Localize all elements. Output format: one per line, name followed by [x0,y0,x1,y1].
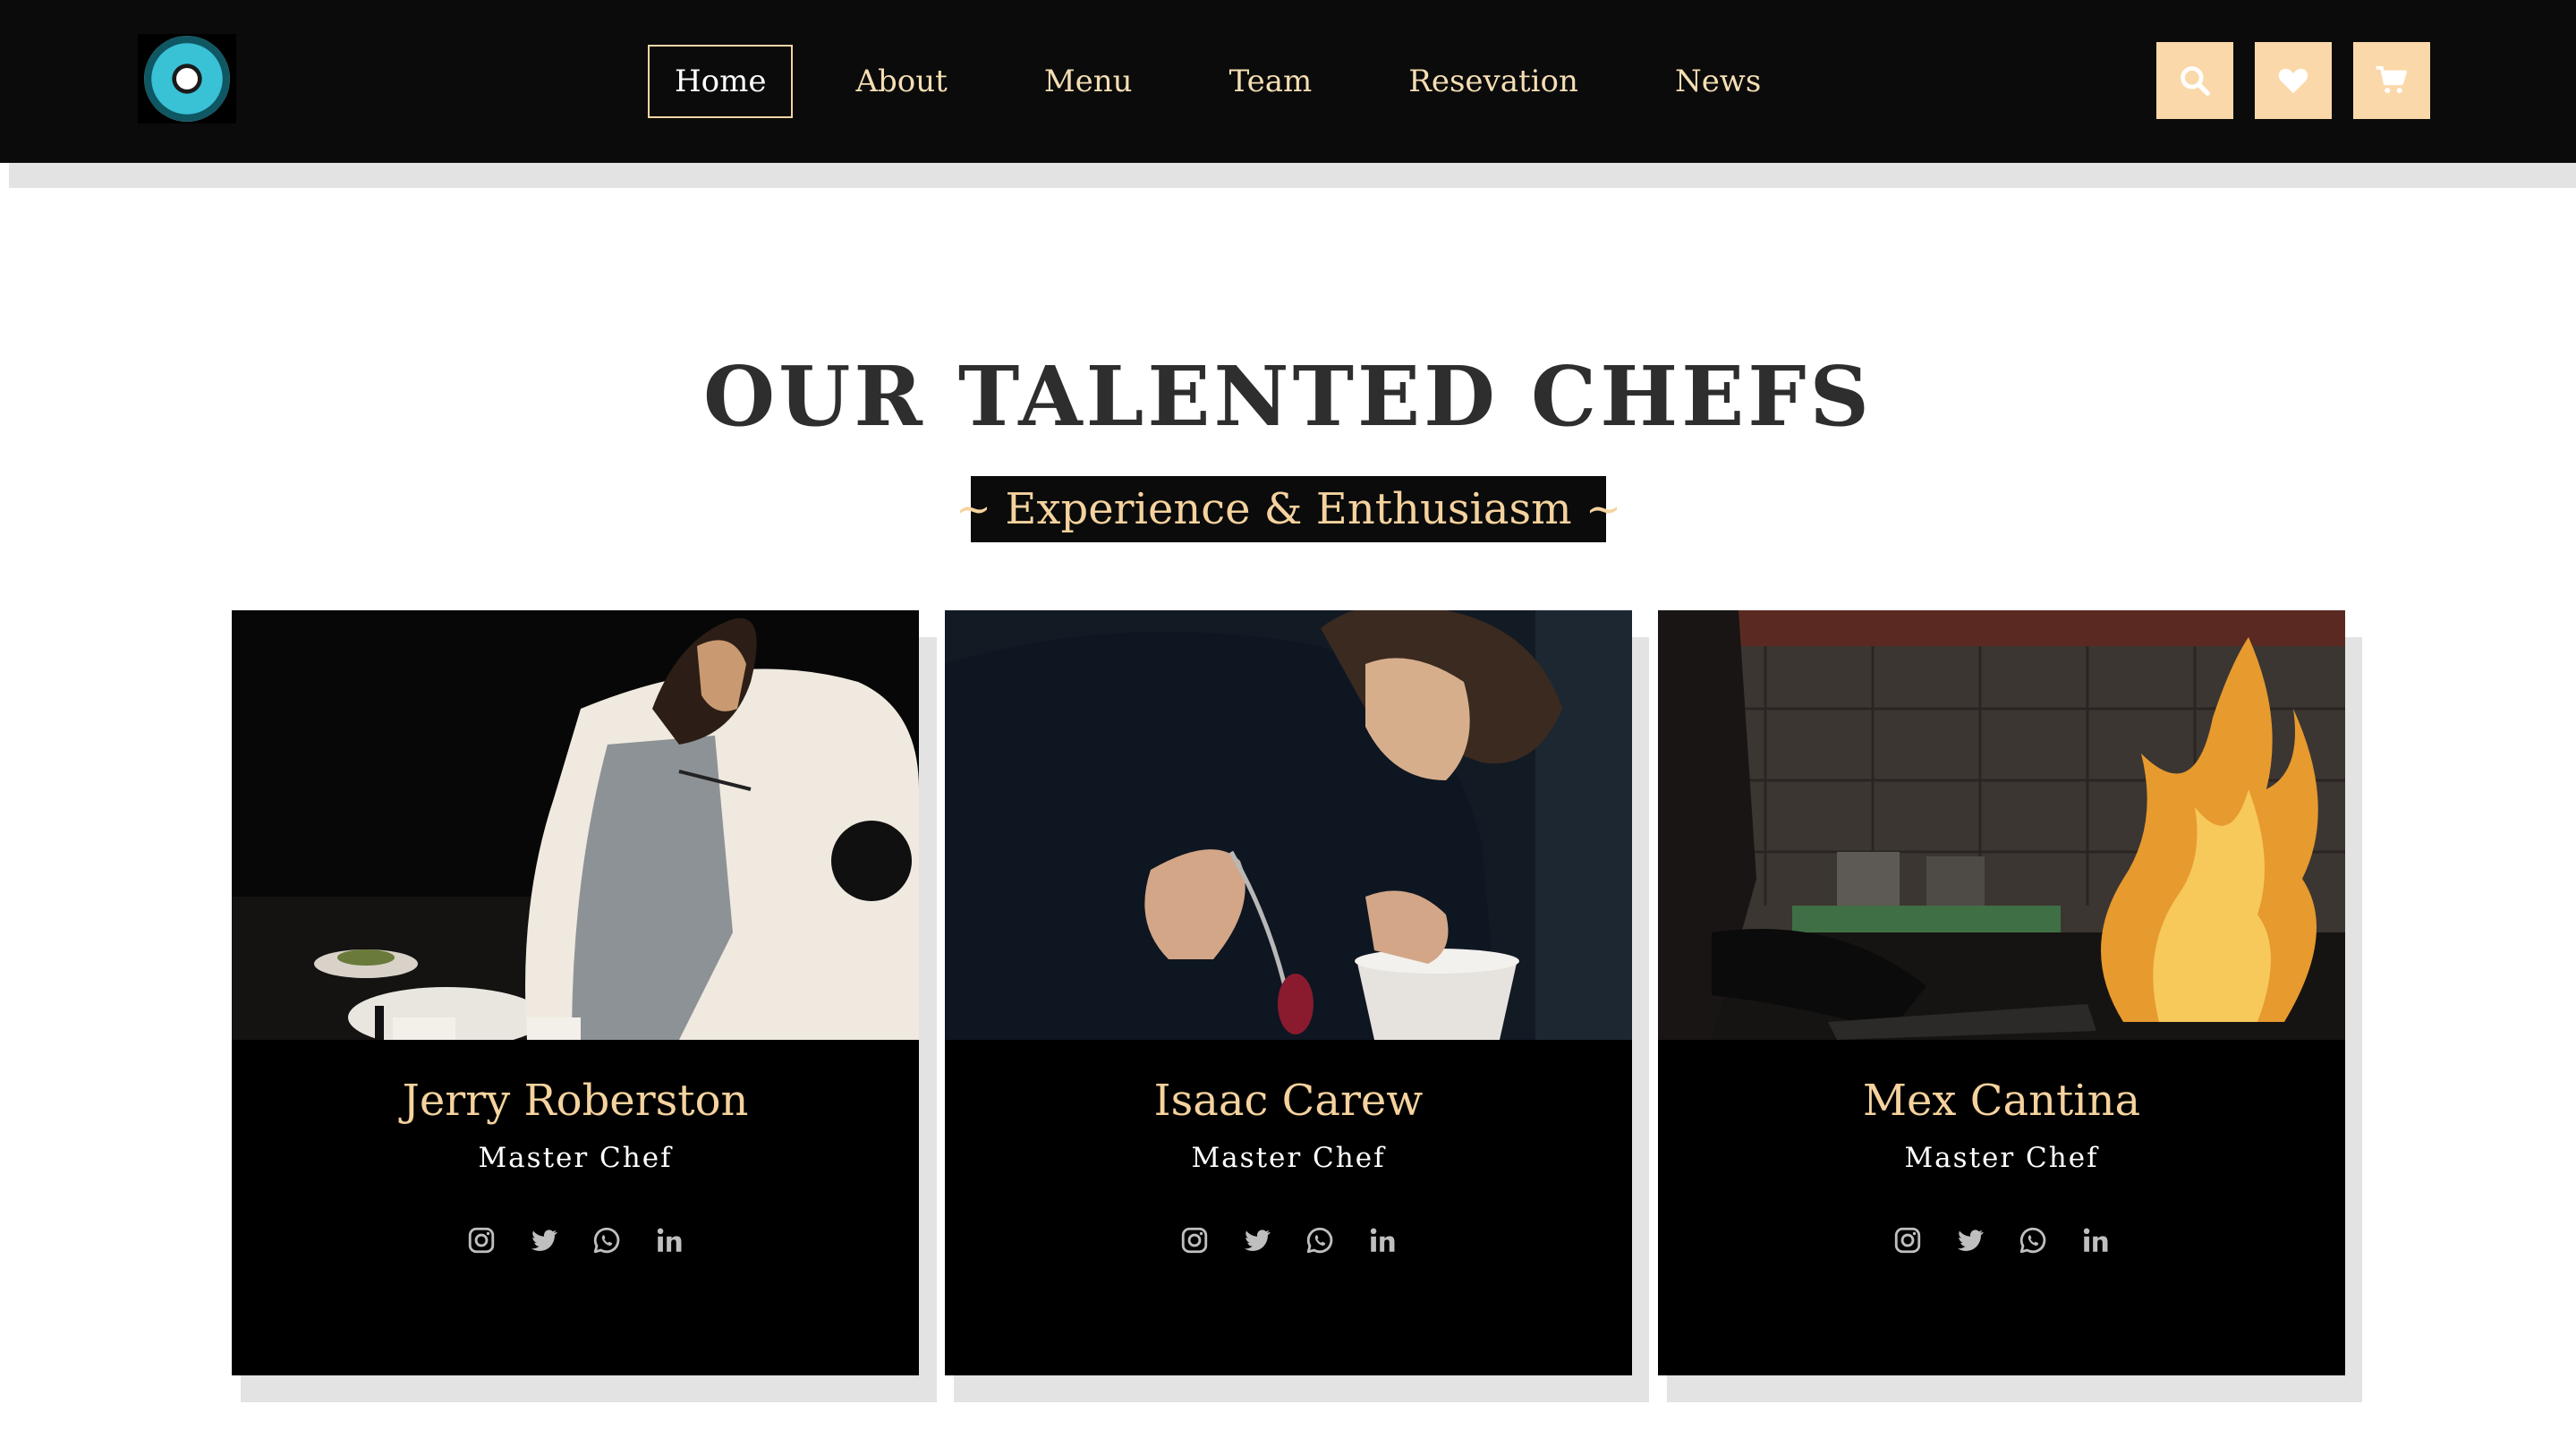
twitter-icon [1957,1230,1984,1251]
card-shadow [2344,637,2362,1402]
whatsapp-link[interactable] [589,1222,625,1258]
instagram-link[interactable] [1177,1222,1212,1258]
linkedin-link[interactable] [1365,1222,1400,1258]
chef-role: Master Chef [1904,1142,2099,1174]
cart-icon [2376,65,2407,94]
card-shadow [1667,1375,2354,1402]
card-shadow [919,637,937,1402]
chef-card: Isaac Carew Master Chef [945,610,1632,1375]
chef-socials [1658,1222,2345,1258]
twitter-icon [531,1230,557,1251]
chef-name: Mex Cantina [1862,1076,2141,1126]
chef-role: Master Chef [1191,1142,1386,1174]
chef-socials [232,1222,919,1258]
instagram-icon [1894,1227,1921,1254]
search-icon [2181,66,2210,96]
logo-plate-icon [144,36,230,122]
chef-socials [945,1222,1632,1258]
chef-name: Jerry Roberston [402,1076,749,1126]
heart-icon [2278,68,2308,94]
chef-name: Isaac Carew [1153,1076,1424,1126]
linkedin-link[interactable] [651,1222,687,1258]
instagram-icon [1181,1227,1208,1254]
cart-button[interactable] [2353,42,2430,119]
whatsapp-link[interactable] [2015,1222,2051,1258]
nav-team[interactable]: Team [1204,45,1338,118]
instagram-icon [468,1227,495,1254]
header-shadow [9,163,2576,188]
whatsapp-icon [2019,1227,2046,1254]
nav-home[interactable]: Home [648,45,794,118]
nav-reservation[interactable]: Resevation [1383,45,1603,118]
chef-photo [1658,610,2345,1040]
main-nav: Home About Menu Team Resevation News [648,45,1786,118]
restaurant-logo[interactable] [138,34,236,123]
chef-photo [945,610,1632,1040]
linkedin-icon [2083,1228,2108,1252]
linkedin-icon [1370,1228,1395,1252]
chef-role: Master Chef [478,1142,673,1174]
nav-menu[interactable]: Menu [1019,45,1158,118]
whatsapp-icon [593,1227,620,1254]
card-shadow [954,1375,1641,1402]
site-header: Home About Menu Team Resevation News [0,0,2576,163]
chef-card: Jerry Roberston Master Chef [232,610,919,1375]
instagram-link[interactable] [463,1222,499,1258]
section-subtitle: ~ Experience & Enthusiasm ~ [956,476,1621,542]
instagram-link[interactable] [1890,1222,1926,1258]
linkedin-link[interactable] [2078,1222,2113,1258]
linkedin-icon [657,1228,682,1252]
whatsapp-link[interactable] [1302,1222,1338,1258]
nav-about[interactable]: About [830,45,972,118]
section-title: OUR TALENTED CHEFS [703,348,1873,445]
card-shadow [241,1375,928,1402]
card-shadow [1631,637,1649,1402]
chef-photo [232,610,919,1040]
favorites-button[interactable] [2255,42,2332,119]
search-button[interactable] [2156,42,2233,119]
nav-news[interactable]: News [1650,45,1786,118]
twitter-link[interactable] [1952,1222,1988,1258]
chef-card: Mex Cantina Master Chef [1658,610,2345,1375]
twitter-link[interactable] [526,1222,562,1258]
twitter-link[interactable] [1239,1222,1275,1258]
twitter-icon [1244,1230,1271,1251]
whatsapp-icon [1306,1227,1333,1254]
